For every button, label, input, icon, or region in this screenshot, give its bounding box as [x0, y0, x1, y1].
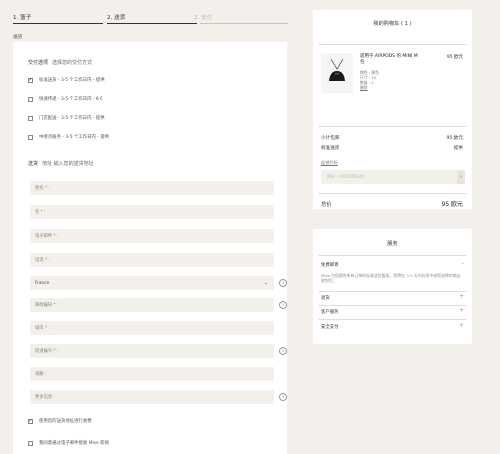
shipping-value: 提供: [453, 146, 463, 151]
address-title: 送货: [28, 161, 39, 167]
plus-icon: +: [458, 293, 464, 300]
promo-code-link[interactable]: 促销代码: [321, 160, 338, 166]
delivery-option-label: 中继点服务 - 3-5 个工作日内 - 提供: [39, 135, 110, 140]
divider: [318, 291, 467, 292]
step-progress-current: [107, 23, 197, 24]
step-payment: 3. 支付: [194, 15, 213, 21]
bag-icon: [329, 58, 345, 81]
delivery-option-standard[interactable]: ✓ 标准送货 - 3-5 个工作日内 - 提供: [28, 74, 105, 86]
returns-accordion[interactable]: 退货 +: [321, 293, 464, 302]
step-progress-pending: [200, 23, 288, 24]
promo-code-input[interactable]: 例如 : 3457345345: [321, 170, 457, 184]
delivery-option-label: 门店配送 - 3-5 个工作日内 - 提供: [39, 116, 105, 121]
checkout-steps: 1. 篮子 2. 送货 3. 支付: [13, 13, 303, 23]
delivery-option-express[interactable]: 快速传递 - 3-5 个工作日内 - 8 €: [28, 93, 103, 105]
delivery-option-label: 标准送货 - 3-5 个工作日内 - 提供: [39, 78, 105, 83]
customer-service-label: 客户服务: [321, 310, 339, 315]
product-name[interactable]: 适用于 AIRPODS 的 MINI M 包: [360, 54, 420, 66]
newsletter-checkbox-row[interactable]: 我同意通过电子邮件接收 Mise 新闻: [28, 437, 109, 449]
checkbox-checked[interactable]: ✓: [28, 77, 33, 83]
delivery-option-relay[interactable]: 中继点服务 - 3-5 个工作日内 - 提供: [28, 131, 109, 143]
divider: [318, 305, 467, 306]
secure-payment-accordion[interactable]: 安全支付 +: [321, 322, 464, 331]
delivery-form-panel: 交付选项 选择您的交付方式 ✓ 标准送货 - 3-5 个工作日内 - 提供 快速传递…: [13, 42, 287, 454]
divider: [318, 126, 467, 127]
delivery-options-heading: 交付选项 选择您的交付方式: [28, 59, 92, 66]
free-shipping-description: Mise 为您提供所有订单的标准送货服务。您将在 3-5 天内在家中或您选择的商…: [321, 273, 461, 284]
billing-same-label: 使用您的送货地址进行收费: [39, 419, 92, 424]
section-label: 送货: [13, 35, 23, 40]
delivery-options-title: 交付选项: [28, 60, 49, 66]
checkbox[interactable]: [28, 115, 33, 121]
cart-summary-panel: 我的购物车 ( 1 ) 适用于 AIRPODS 的 MINI M 包 95 欧元…: [313, 10, 472, 209]
checkbox-checked[interactable]: ✓: [28, 418, 33, 424]
delivery-options-subtitle: 选择您的交付方式: [52, 60, 93, 66]
step-progress-active: [13, 23, 103, 24]
city-field[interactable]: 城市 * :: [30, 321, 274, 335]
cart-title: 我的购物车 ( 1 ): [373, 21, 412, 27]
step-basket[interactable]: 1. 篮子: [13, 13, 31, 21]
services-title: 服务: [387, 241, 398, 247]
checkbox[interactable]: [28, 134, 33, 140]
customer-service-accordion[interactable]: 客户服务 +: [321, 307, 464, 316]
street-number-field[interactable]: 街道编号 * :: [30, 344, 274, 358]
total-value: 95 欧元: [441, 201, 463, 208]
first-name-field[interactable]: 名 * :: [30, 205, 274, 219]
minus-icon: –: [461, 260, 464, 267]
services-panel: 服务 免费邮寄 – Mise 为您提供所有订单的标准送货服务。您将在 3-5 天…: [313, 229, 472, 344]
postcode-field[interactable]: 邮政编码 * :: [30, 298, 274, 312]
free-shipping-label: 免费邮寄: [321, 263, 339, 268]
phone-field[interactable]: 电话 * :: [30, 253, 274, 267]
plus-icon: +: [458, 307, 464, 314]
divider: [318, 319, 467, 320]
returns-label: 退货: [321, 296, 330, 301]
promo-submit-button[interactable]: ›: [457, 170, 465, 184]
country-value: France: [35, 280, 50, 286]
total-label: 总价: [321, 202, 332, 208]
subtotal-label: 小计包库: [321, 136, 340, 141]
subtotal-value: 95 欧元: [446, 136, 464, 141]
divider: [318, 255, 467, 256]
email-field[interactable]: 电子邮件 * :: [30, 229, 274, 243]
newsletter-label: 我同意通过电子邮件接收 Mise 新闻: [39, 441, 109, 446]
help-icon[interactable]: ?: [279, 301, 287, 309]
help-icon[interactable]: ?: [279, 393, 287, 401]
step-delivery: 2. 送货: [107, 15, 126, 21]
help-icon[interactable]: ?: [279, 347, 287, 355]
shipping-label: 标准送货: [321, 146, 340, 151]
address-subtitle: 地址 输入您的送货地址: [42, 161, 94, 167]
address-heading: 送货 地址 输入您的送货地址: [28, 160, 94, 167]
divider: [318, 44, 467, 45]
more-info-field[interactable]: 更多信息 :: [30, 390, 274, 404]
free-shipping-accordion[interactable]: 免费邮寄 –: [321, 260, 464, 269]
help-icon[interactable]: ?: [279, 279, 287, 287]
country-select[interactable]: France ⌄: [30, 276, 274, 290]
checkbox[interactable]: [28, 440, 33, 446]
billing-same-checkbox-row[interactable]: ✓ 使用您的送货地址进行收费: [28, 415, 92, 427]
delivery-option-store[interactable]: 门店配送 - 3-5 个工作日内 - 提供: [28, 112, 105, 124]
divider: [318, 193, 467, 194]
secure-payment-label: 安全支付: [321, 325, 339, 330]
product-image[interactable]: [321, 53, 353, 93]
last-name-field[interactable]: 姓名 * :: [30, 181, 274, 195]
product-price: 95 欧元: [446, 55, 463, 60]
checkbox[interactable]: [28, 96, 33, 102]
chevron-down-icon: ⌄: [263, 280, 268, 286]
street-field[interactable]: 道路 :: [30, 367, 274, 381]
delivery-option-label: 快速传递 - 3-5 个工作日内 - 8 €: [39, 97, 103, 102]
remove-product-link[interactable]: 删除: [360, 85, 368, 91]
plus-icon: +: [458, 322, 464, 329]
